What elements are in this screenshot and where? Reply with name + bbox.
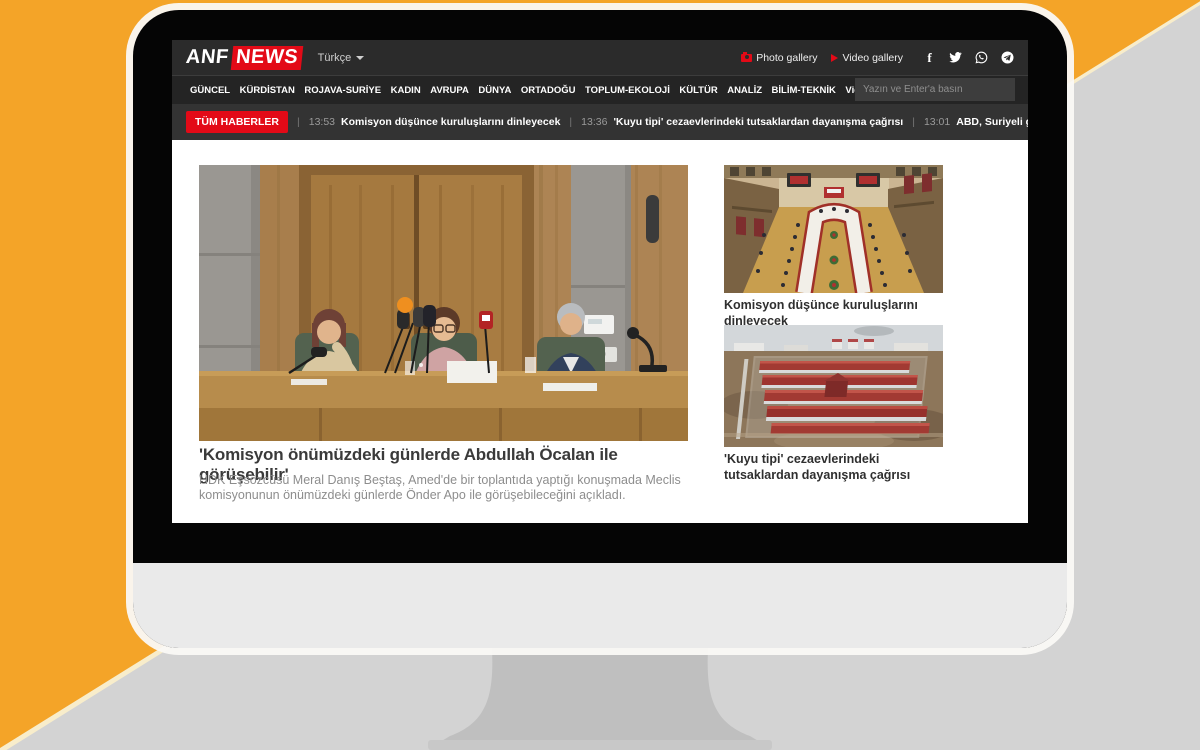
logo-anf-text: ANF bbox=[185, 46, 230, 69]
main-article-image[interactable] bbox=[199, 165, 688, 441]
ticker-item-time: 13:53 bbox=[309, 116, 335, 128]
ticker-item-time: 13:01 bbox=[924, 116, 950, 128]
whatsapp-icon[interactable] bbox=[975, 51, 988, 64]
monitor-frame: ANF NEWS Türkçe Photo gallery Video gall… bbox=[133, 10, 1067, 648]
nav-item-ortadogu[interactable]: ORTADOĞU bbox=[521, 85, 576, 96]
language-selector[interactable]: Türkçe bbox=[318, 52, 365, 64]
browser-screen: ANF NEWS Türkçe Photo gallery Video gall… bbox=[172, 40, 1028, 523]
anf-news-logo[interactable]: ANF NEWS bbox=[186, 46, 302, 70]
camera-icon bbox=[741, 54, 752, 62]
facebook-icon[interactable]: f bbox=[923, 51, 936, 64]
sidebar-article-1-image[interactable] bbox=[724, 165, 943, 293]
nav-item-kadin[interactable]: KADIN bbox=[391, 85, 421, 96]
photo-gallery-link[interactable]: Photo gallery bbox=[741, 52, 817, 64]
nav-item-rojava-suriye[interactable]: ROJAVA-SURİYE bbox=[304, 85, 381, 96]
ticker-item-link[interactable]: 'Kuyu tipi' cezaevlerindeki tutsaklardan… bbox=[613, 116, 903, 128]
site-header: ANF NEWS Türkçe Photo gallery Video gall… bbox=[172, 40, 1028, 75]
logo-news-text: NEWS bbox=[230, 46, 303, 70]
search-input[interactable] bbox=[855, 78, 1015, 101]
nav-item-toplum-ekoloji[interactable]: TOPLUM-EKOLOJİ bbox=[585, 85, 670, 96]
sidebar-article-2-title[interactable]: 'Kuyu tipi' cezaevlerindeki tutsaklardan… bbox=[724, 452, 949, 483]
twitter-icon[interactable] bbox=[949, 51, 962, 64]
nav-item-avrupa[interactable]: AVRUPA bbox=[430, 85, 469, 96]
page-root: { "brand": {"logo_anf": "ANF", "logo_new… bbox=[0, 0, 1200, 750]
nav-item-kultur[interactable]: KÜLTÜR bbox=[679, 85, 717, 96]
main-article-summary: HDK Eşsözcüsü Meral Danış Beştaş, Amed'd… bbox=[199, 473, 691, 504]
sidebar-article-2-image[interactable] bbox=[724, 325, 943, 447]
ticker-separator: | bbox=[912, 116, 915, 128]
ticker-item-link[interactable]: ABD, Suriyeli göçmenlere yönelik koruma … bbox=[956, 116, 1028, 128]
chevron-down-icon bbox=[356, 56, 364, 60]
monitor-chin bbox=[133, 563, 1067, 648]
photo-gallery-label: Photo gallery bbox=[756, 52, 817, 64]
monitor-stand bbox=[420, 648, 780, 750]
nav-item-analiz[interactable]: ANALİZ bbox=[727, 85, 762, 96]
video-gallery-label: Video gallery bbox=[842, 52, 903, 64]
nav-item-dunya[interactable]: DÜNYA bbox=[478, 85, 511, 96]
social-links: f bbox=[923, 51, 1014, 64]
all-news-button[interactable]: TÜM HABERLER bbox=[186, 111, 288, 133]
video-gallery-link[interactable]: Video gallery bbox=[831, 52, 903, 64]
news-ticker: TÜM HABERLER | 13:53 Komisyon düşünce ku… bbox=[172, 104, 1028, 140]
ticker-item-time: 13:36 bbox=[581, 116, 607, 128]
nav-item-bilim-teknik[interactable]: BİLİM-TEKNİK bbox=[772, 85, 836, 96]
nav-item-kurdistan[interactable]: KÜRDİSTAN bbox=[240, 85, 295, 96]
ticker-separator: | bbox=[297, 116, 300, 128]
language-label: Türkçe bbox=[318, 52, 352, 64]
telegram-icon[interactable] bbox=[1001, 51, 1014, 64]
play-icon bbox=[831, 54, 838, 62]
nav-item-guncel[interactable]: GÜNCEL bbox=[190, 85, 230, 96]
header-right-links: Photo gallery Video gallery f bbox=[741, 51, 1014, 64]
ticker-separator: | bbox=[569, 116, 572, 128]
ticker-item-link[interactable]: Komisyon düşünce kuruluşlarını dinleyece… bbox=[341, 116, 560, 128]
